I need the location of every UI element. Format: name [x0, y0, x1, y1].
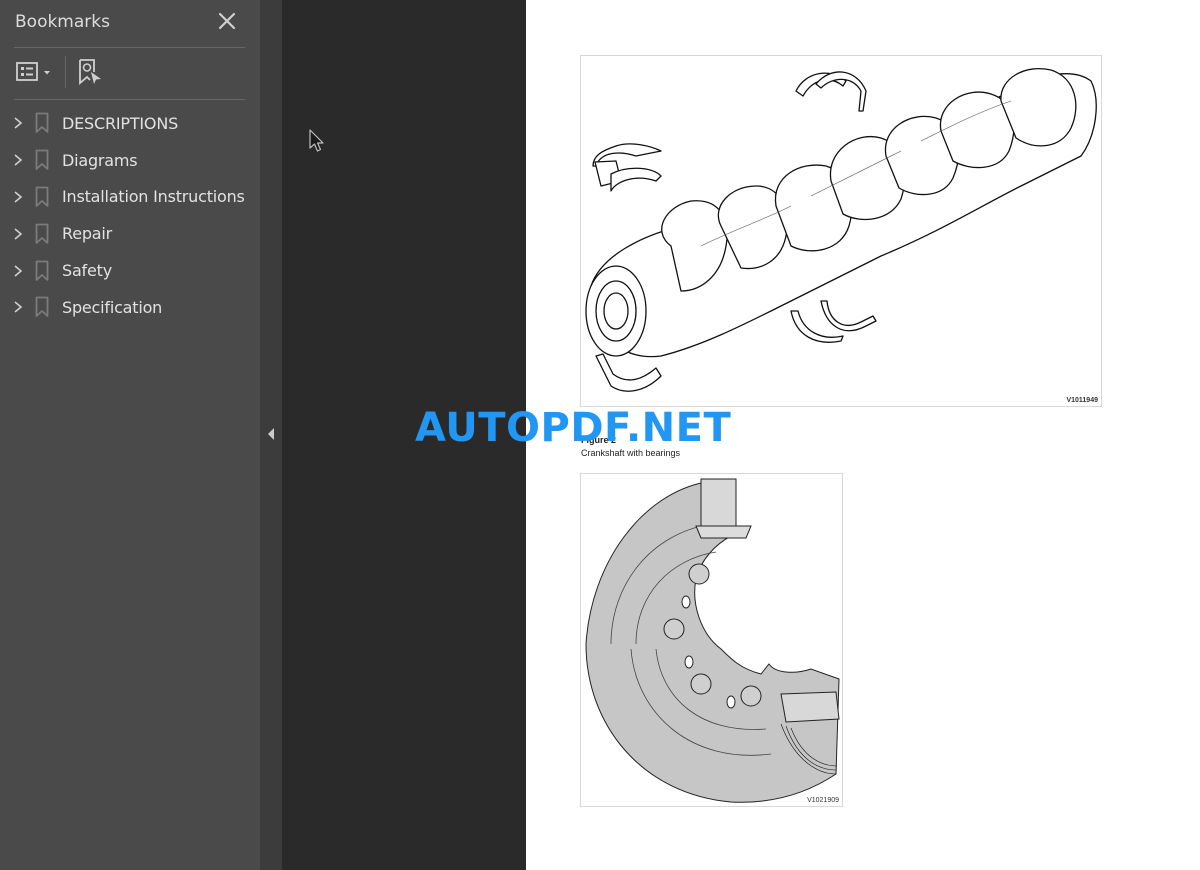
- bookmark-item[interactable]: DESCRIPTIONS: [0, 105, 260, 142]
- panel-title: Bookmarks: [15, 12, 110, 32]
- watermark-text: AUTOPDF.NET: [415, 405, 732, 451]
- damper-illustration: [585, 478, 840, 803]
- divider: [14, 47, 245, 48]
- triangle-left-icon[interactable]: [266, 426, 276, 442]
- toolbar-divider: [65, 56, 66, 88]
- bookmark-icon: [35, 296, 49, 318]
- bookmark-icon: [35, 112, 49, 134]
- bookmark-label: Safety: [62, 261, 112, 281]
- bookmark-label: DESCRIPTIONS: [62, 113, 179, 133]
- bookmark-label: Diagrams: [62, 150, 138, 170]
- bookmark-icon: [35, 186, 49, 207]
- caret-down-icon: [44, 71, 50, 75]
- find-current-bookmark-icon: [79, 59, 101, 85]
- chevron-right-icon[interactable]: [11, 116, 25, 130]
- bookmark-item[interactable]: Diagrams: [0, 142, 260, 179]
- figure-code: V1021909: [807, 797, 839, 804]
- chevron-right-icon[interactable]: [11, 190, 25, 204]
- bookmark-label: Repair: [62, 224, 113, 244]
- bookmark-icon: [35, 149, 49, 171]
- chevron-right-icon[interactable]: [11, 264, 25, 278]
- figure-code: V1011949: [1066, 397, 1098, 404]
- crankshaft-figure: V1011949: [580, 55, 1102, 407]
- options-menu-button[interactable]: [15, 60, 59, 84]
- bookmark-icon: [35, 223, 49, 244]
- damper-figure: V1021909: [580, 473, 843, 807]
- bookmark-list: DESCRIPTIONS Diagrams Installation Instruc…: [0, 105, 260, 326]
- chevron-right-icon[interactable]: [11, 227, 25, 241]
- bookmark-item[interactable]: Specification: [0, 289, 260, 326]
- divider: [14, 99, 245, 100]
- chevron-right-icon[interactable]: [11, 153, 25, 167]
- crankshaft-illustration: [585, 68, 1097, 392]
- bookmark-item[interactable]: Installation Instructions: [0, 179, 260, 216]
- list-options-icon: [16, 62, 50, 81]
- bookmark-label: Installation Instructions: [62, 187, 245, 207]
- close-icon[interactable]: [216, 10, 238, 32]
- bookmarks-panel: Bookmarks DESCRIPTIONS Diagrams Installati…: [0, 0, 260, 870]
- bookmark-item[interactable]: Safety: [0, 252, 260, 289]
- chevron-right-icon[interactable]: [11, 300, 25, 314]
- bookmark-label: Specification: [62, 297, 163, 317]
- find-current-bookmark-button[interactable]: [77, 58, 103, 86]
- bookmark-item[interactable]: Repair: [0, 215, 260, 252]
- bookmark-icon: [35, 260, 49, 281]
